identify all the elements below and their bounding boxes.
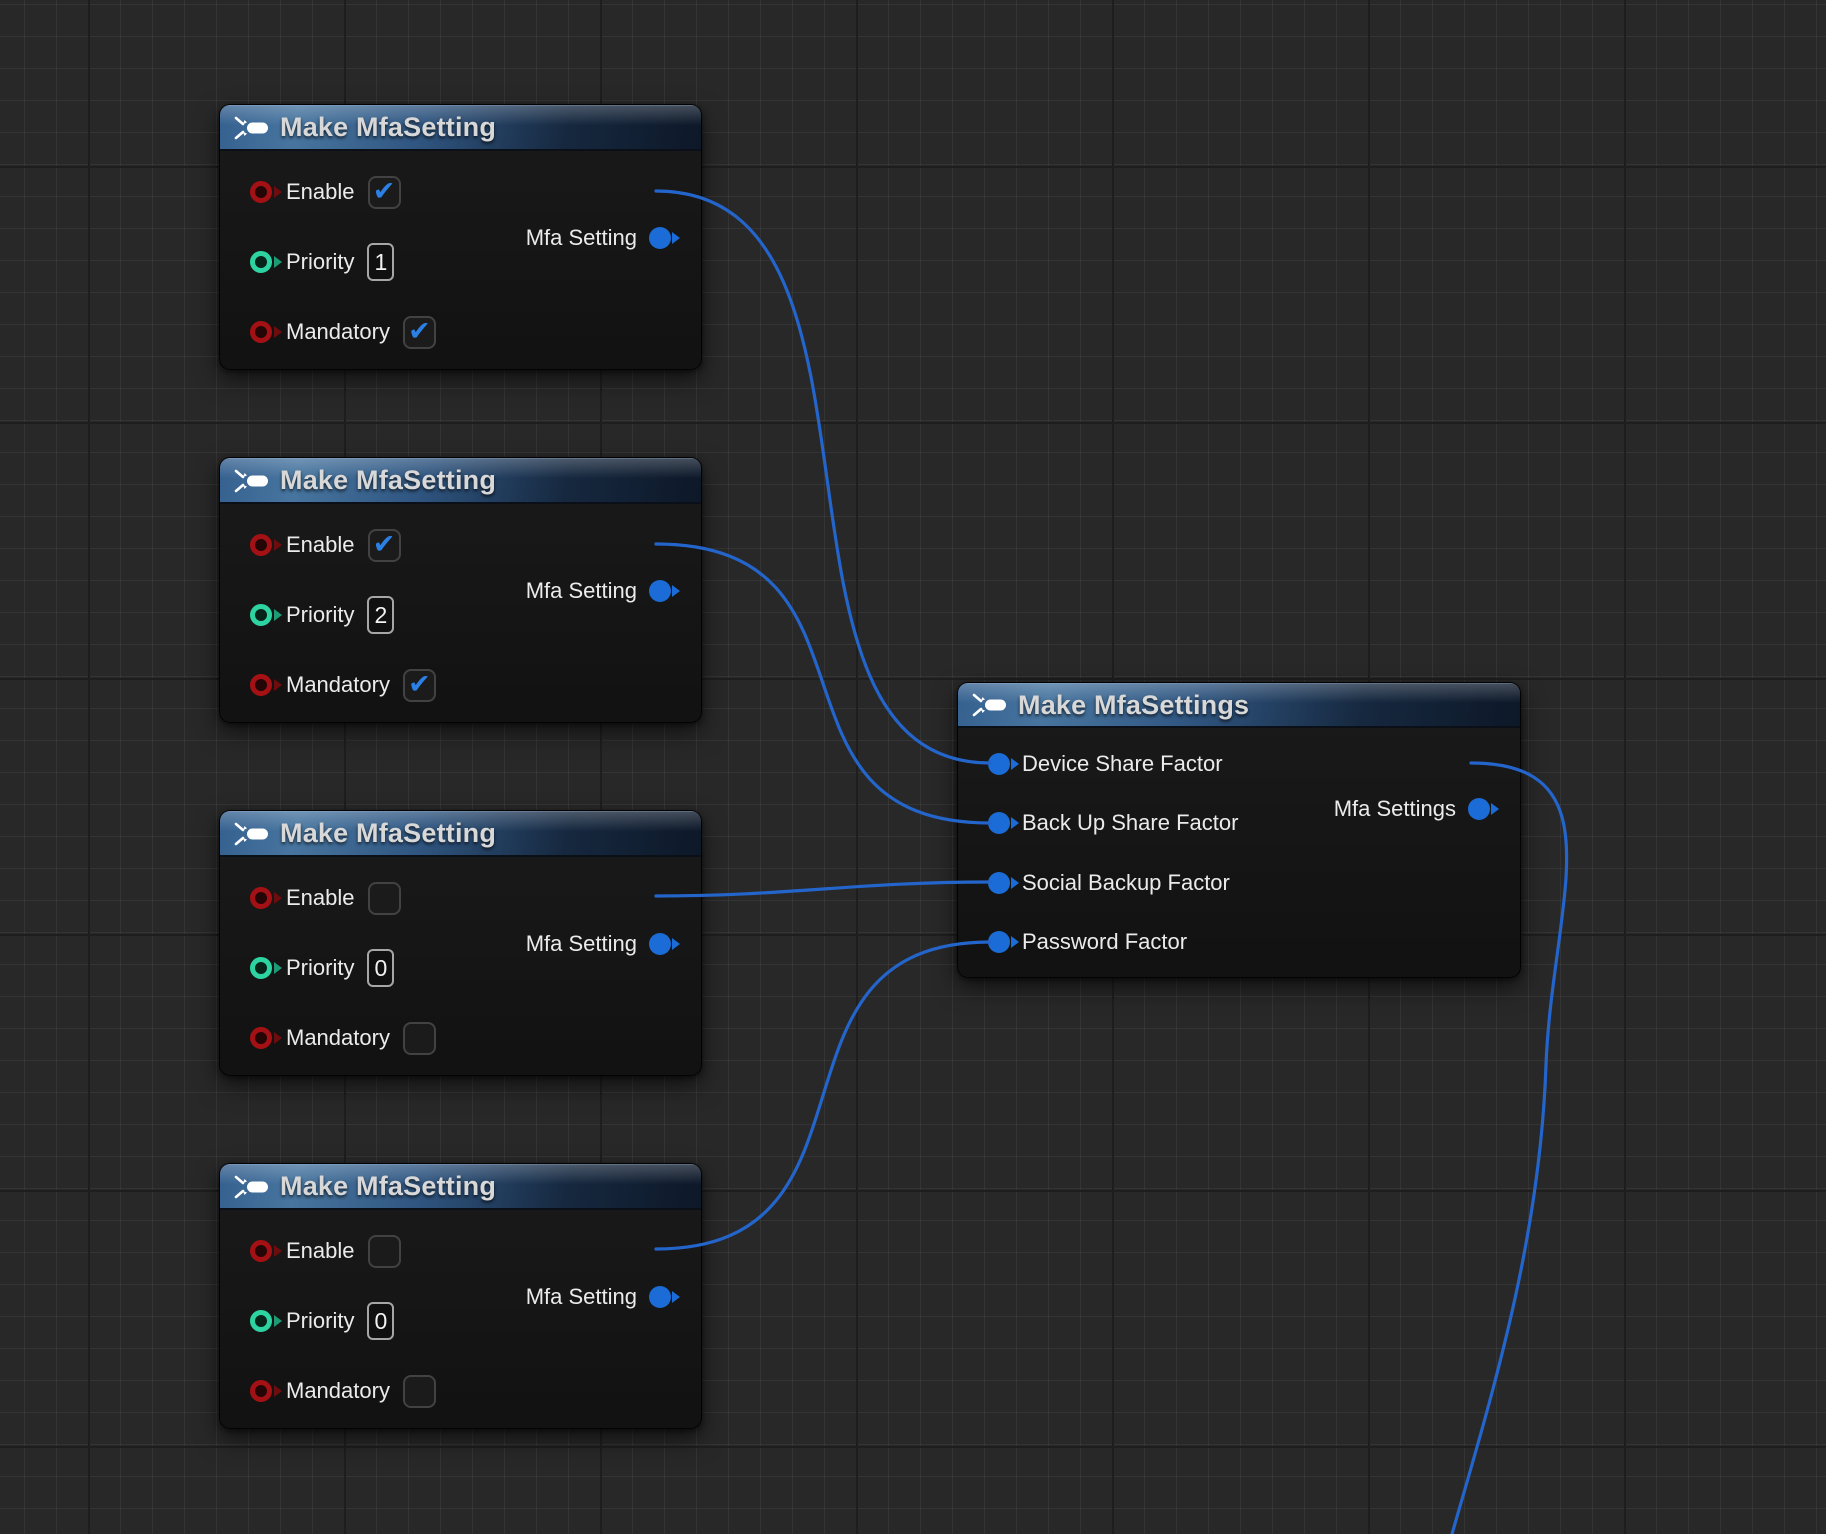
pin-label-mfa-settings: Mfa Settings <box>1334 796 1456 822</box>
node-title: Make MfaSettings <box>1018 690 1249 721</box>
node-header[interactable]: Make MfaSetting <box>220 458 701 504</box>
pin-label-enable: Enable <box>286 532 355 558</box>
pin-label-priority: Priority <box>286 955 354 981</box>
make-struct-icon <box>234 1175 270 1199</box>
pin-label-social-backup-factor: Social Backup Factor <box>1022 870 1230 896</box>
priority-input[interactable]: 1 <box>367 243 394 281</box>
make-struct-icon <box>234 469 270 493</box>
pin-label-enable: Enable <box>286 1238 355 1264</box>
pin-label-mandatory: Mandatory <box>286 1025 390 1051</box>
graph-canvas[interactable]: Make MfaSetting Enable ✔ Priority 1 Mand… <box>0 0 1826 1534</box>
make-struct-icon <box>972 693 1008 717</box>
mandatory-checkbox[interactable]: ✔ <box>403 669 436 702</box>
enable-checkbox[interactable] <box>368 1235 401 1268</box>
pin-label-mfa-setting: Mfa Setting <box>526 1284 637 1310</box>
node-header[interactable]: Make MfaSetting <box>220 811 701 857</box>
pin-label-mandatory: Mandatory <box>286 672 390 698</box>
node-make-mfasetting-3[interactable]: Make MfaSetting Enable Priority 0 Mandat… <box>219 810 702 1076</box>
pin-label-back-up-share-factor: Back Up Share Factor <box>1022 810 1238 836</box>
pin-mfa-setting-out[interactable] <box>649 580 671 602</box>
checkmark-icon: ✔ <box>408 671 431 698</box>
pin-priority[interactable] <box>250 1310 272 1332</box>
mandatory-checkbox[interactable]: ✔ <box>403 316 436 349</box>
node-header[interactable]: Make MfaSetting <box>220 105 701 151</box>
pin-label-priority: Priority <box>286 249 354 275</box>
priority-input[interactable]: 0 <box>367 949 394 987</box>
make-struct-icon <box>234 822 270 846</box>
enable-checkbox[interactable]: ✔ <box>368 176 401 209</box>
pin-label-mfa-setting: Mfa Setting <box>526 931 637 957</box>
pin-label-mandatory: Mandatory <box>286 1378 390 1404</box>
pin-mandatory[interactable] <box>250 1027 272 1049</box>
pin-enable[interactable] <box>250 1240 272 1262</box>
pin-mfa-setting-out[interactable] <box>649 227 671 249</box>
node-header[interactable]: Make MfaSettings <box>958 683 1520 728</box>
node-title: Make MfaSetting <box>280 112 496 143</box>
pin-priority[interactable] <box>250 604 272 626</box>
wire-setting2-to-backup-share[interactable] <box>656 544 990 823</box>
node-make-mfasetting-1[interactable]: Make MfaSetting Enable ✔ Priority 1 Mand… <box>219 104 702 370</box>
wire-setting4-to-password[interactable] <box>656 942 990 1249</box>
enable-checkbox[interactable]: ✔ <box>368 529 401 562</box>
node-make-mfasetting-4[interactable]: Make MfaSetting Enable Priority 0 Mandat… <box>219 1163 702 1429</box>
pin-label-device-share-factor: Device Share Factor <box>1022 751 1223 777</box>
pin-mfa-settings-out[interactable] <box>1468 798 1490 820</box>
priority-input[interactable]: 2 <box>367 596 394 634</box>
wire-setting1-to-device-share[interactable] <box>656 191 990 763</box>
pin-mfa-setting-out[interactable] <box>649 933 671 955</box>
node-make-mfasettings[interactable]: Make MfaSettings Device Share Factor Bac… <box>957 682 1521 978</box>
pin-enable[interactable] <box>250 181 272 203</box>
pin-label-mfa-setting: Mfa Setting <box>526 225 637 251</box>
node-title: Make MfaSetting <box>280 1171 496 1202</box>
node-title: Make MfaSetting <box>280 818 496 849</box>
pin-priority[interactable] <box>250 957 272 979</box>
node-title: Make MfaSetting <box>280 465 496 496</box>
pin-label-enable: Enable <box>286 179 355 205</box>
pin-label-enable: Enable <box>286 885 355 911</box>
checkmark-icon: ✔ <box>373 531 396 558</box>
pin-label-mandatory: Mandatory <box>286 319 390 345</box>
pin-enable[interactable] <box>250 887 272 909</box>
mandatory-checkbox[interactable] <box>403 1375 436 1408</box>
pin-mfa-setting-out[interactable] <box>649 1286 671 1308</box>
wire-setting3-to-social-backup[interactable] <box>656 882 990 896</box>
pin-label-mfa-setting: Mfa Setting <box>526 578 637 604</box>
pin-mandatory[interactable] <box>250 321 272 343</box>
checkmark-icon: ✔ <box>408 318 431 345</box>
priority-input[interactable]: 0 <box>367 1302 394 1340</box>
pin-priority[interactable] <box>250 251 272 273</box>
pin-mandatory[interactable] <box>250 1380 272 1402</box>
mandatory-checkbox[interactable] <box>403 1022 436 1055</box>
node-make-mfasetting-2[interactable]: Make MfaSetting Enable ✔ Priority 2 Mand… <box>219 457 702 723</box>
pin-label-priority: Priority <box>286 602 354 628</box>
pin-mandatory[interactable] <box>250 674 272 696</box>
checkmark-icon: ✔ <box>373 178 396 205</box>
enable-checkbox[interactable] <box>368 882 401 915</box>
make-struct-icon <box>234 116 270 140</box>
pin-label-priority: Priority <box>286 1308 354 1334</box>
pin-label-password-factor: Password Factor <box>1022 929 1187 955</box>
pin-enable[interactable] <box>250 534 272 556</box>
node-header[interactable]: Make MfaSetting <box>220 1164 701 1210</box>
